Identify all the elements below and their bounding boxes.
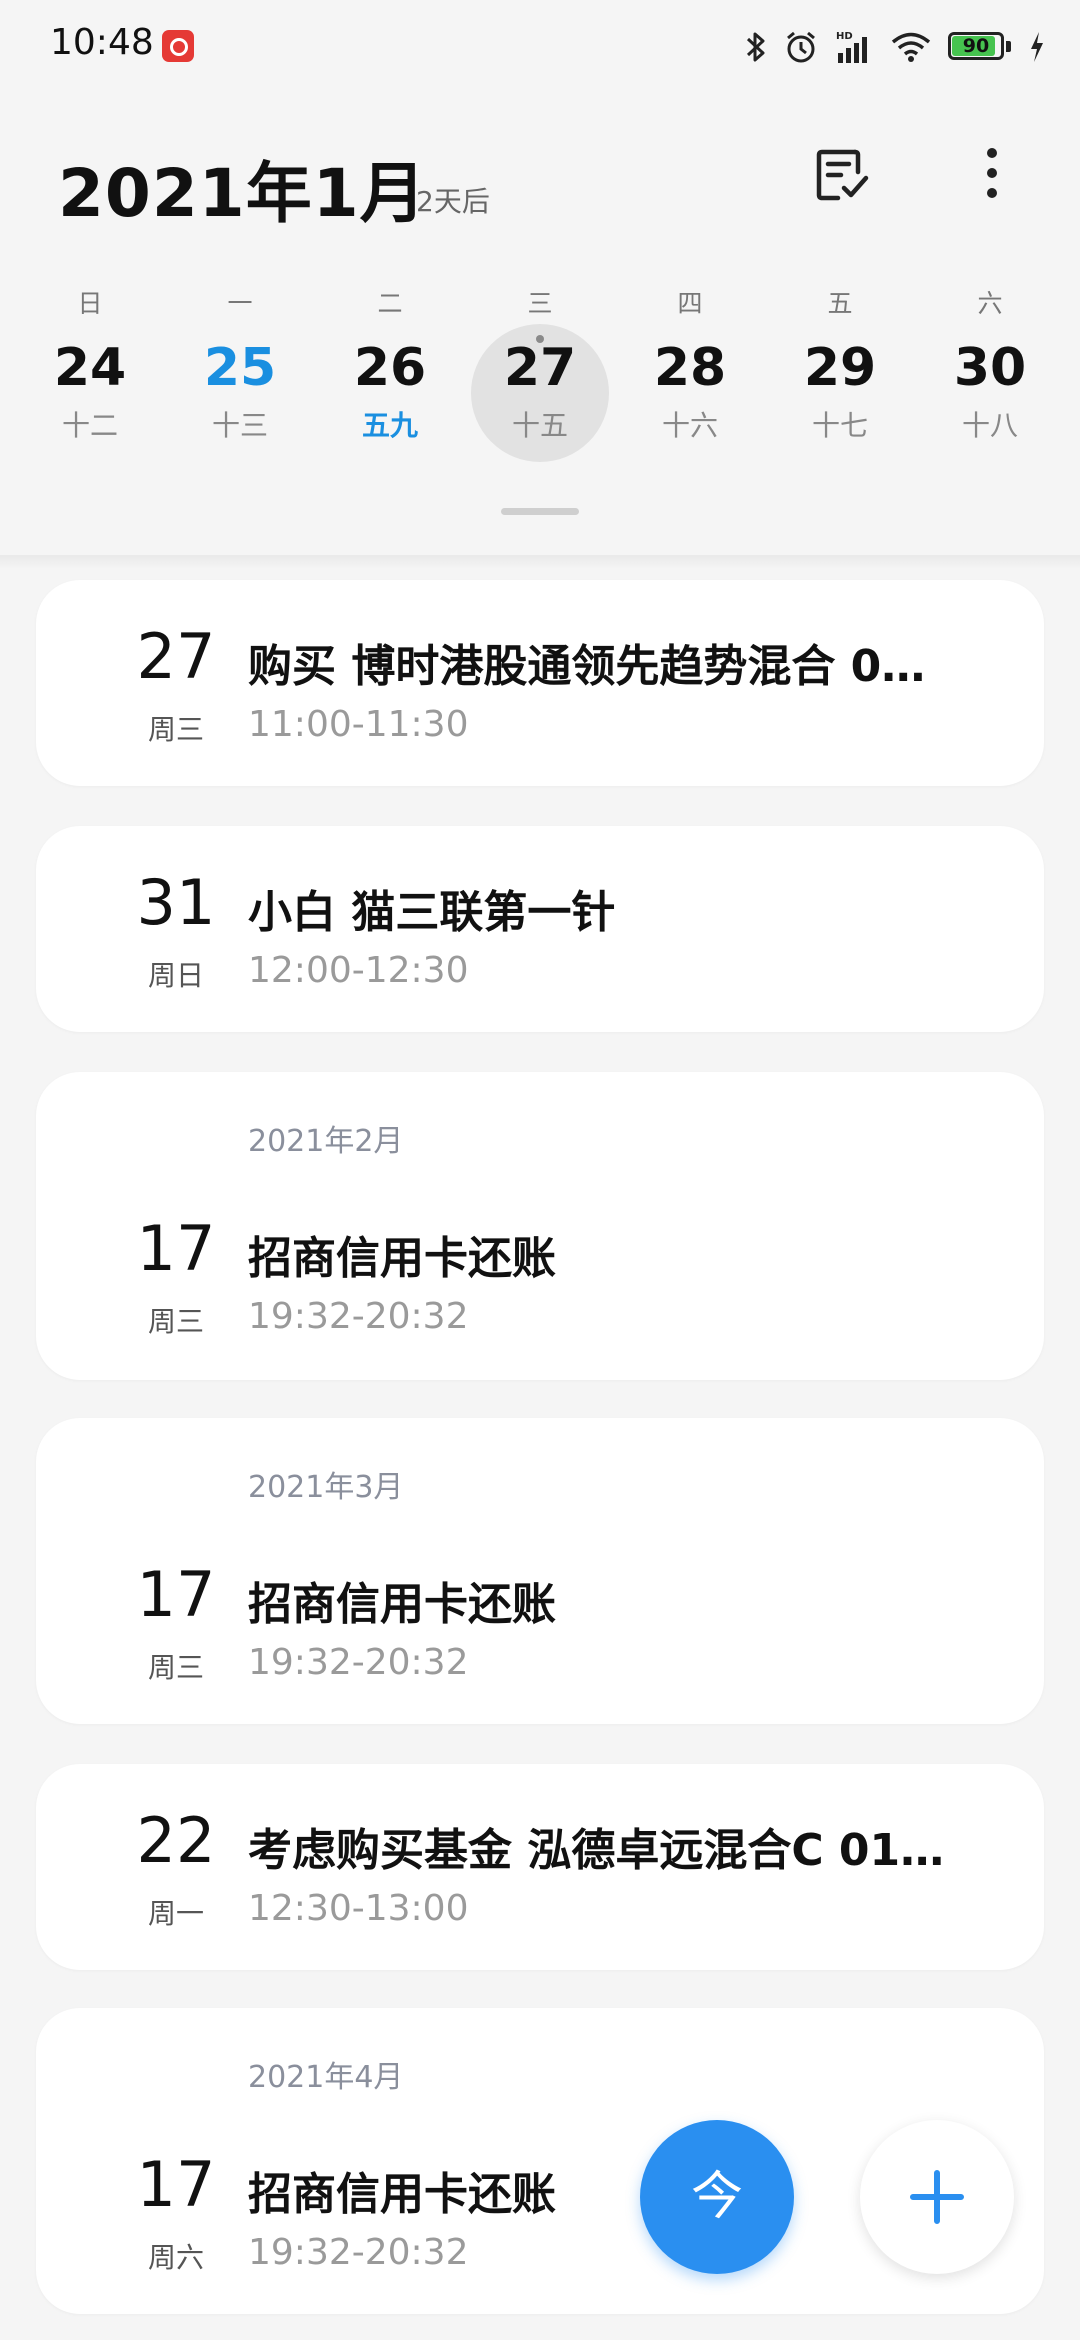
event-date: 27 [136,620,216,693]
event-weekday: 周三 [147,1305,204,1338]
header-divider [0,555,1080,569]
event-time: 12:00-12:30 [248,950,469,991]
day-number: 24 [53,338,127,398]
day-number: 27 [503,338,577,398]
event-time: 19:32-20:32 [248,1296,469,1337]
day-of-week: 四 [677,289,703,318]
lunar-date: 十三 [211,409,268,442]
event-card[interactable]: 2021年2月 17 周三 招商信用卡还账 19:32-20:32 [36,1072,1044,1380]
tasks-icon [816,149,869,201]
day-cell[interactable]: 二 26 五九 [315,270,465,470]
signal-hd-icon: HD [834,29,874,65]
event-title: 考虑购买基金 泓德卓远混合C 01… [248,1825,945,1876]
lunar-date: 十七 [811,409,868,442]
day-of-week: 日 [77,289,103,318]
event-date: 22 [136,1804,216,1877]
battery-icon: 90 [948,32,1012,62]
day-number: 30 [953,338,1027,398]
event-time: 11:00-11:30 [248,704,469,745]
event-title: 购买 博时港股通领先趋势混合 0… [248,641,926,692]
event-card[interactable]: 27 周三 购买 博时港股通领先趋势混合 0… 11:00-11:30 [36,580,1044,786]
event-date: 17 [136,1212,216,1285]
status-bar: 10:48 HD 90 [0,0,1080,100]
event-title: 招商信用卡还账 [248,1579,556,1630]
day-cell[interactable]: 六 30 十八 [915,270,1065,470]
lunar-date: 十六 [661,409,718,442]
event-weekday: 周三 [147,713,204,746]
charging-icon [1028,29,1046,65]
today-button[interactable]: 今 [640,2120,794,2274]
day-cell[interactable]: 日 24 十二 [15,270,165,470]
alarm-icon [784,29,818,65]
event-date: 31 [136,866,216,939]
event-weekday: 周三 [147,1651,204,1684]
event-time: 12:30-13:00 [248,1888,469,1929]
month-header: 2021年3月 [248,1470,404,1505]
event-time: 19:32-20:32 [248,2232,469,2273]
calendar-screen: 10:48 HD 90 2021年1月 2天后 日 24 十二 一 25 十三 … [0,0,1080,2340]
more-vertical-icon [987,148,997,198]
svg-text:HD: HD [836,31,853,42]
lunar-date: 五九 [361,409,418,442]
day-number: 25 [203,338,277,398]
more-options-button[interactable] [970,140,1014,210]
day-of-week: 五 [827,289,853,318]
add-event-button[interactable] [860,2120,1014,2274]
battery-level: 90 [962,35,990,57]
event-weekday: 周六 [147,2241,204,2274]
tasks-button[interactable] [808,140,878,210]
lunar-date: 十八 [961,409,1018,442]
days-until-label: 2天后 [416,185,490,218]
lunar-date: 十二 [61,409,118,442]
day-cell-selected[interactable]: 三 27 十五 [465,270,615,470]
event-card[interactable]: 2021年3月 17 周三 招商信用卡还账 19:32-20:32 [36,1418,1044,1724]
day-cell[interactable]: 五 29 十七 [765,270,915,470]
day-of-week: 六 [977,289,1003,318]
netease-music-icon [162,30,194,62]
plus-icon [910,2170,964,2224]
week-strip: 日 24 十二 一 25 十三 二 26 五九 三 27 十五 四 28 十六 … [0,270,1080,470]
day-number: 26 [353,338,427,398]
day-of-week: 三 [527,289,553,318]
bluetooth-icon [744,29,768,65]
day-cell[interactable]: 四 28 十六 [615,270,765,470]
month-title[interactable]: 2021年1月 [58,140,427,236]
day-cell-today[interactable]: 一 25 十三 [165,270,315,470]
event-time: 19:32-20:32 [248,1642,469,1683]
event-title: 招商信用卡还账 [248,1233,556,1284]
month-header: 2021年2月 [248,1124,404,1159]
day-number: 28 [653,338,727,398]
day-number: 29 [803,338,877,398]
event-title: 小白 猫三联第一针 [248,887,616,938]
wifi-icon [890,29,932,65]
event-weekday: 周日 [147,959,204,992]
day-of-week: 一 [227,289,253,318]
status-icons: HD 90 [744,26,1046,68]
event-weekday: 周一 [147,1897,204,1930]
event-date: 17 [136,1558,216,1631]
status-time: 10:48 [50,22,154,63]
month-header: 2021年4月 [248,2060,404,2095]
event-date: 17 [136,2148,216,2221]
drag-handle[interactable] [501,508,579,515]
day-of-week: 二 [377,289,403,318]
lunar-date: 十五 [511,409,568,442]
event-card[interactable]: 22 周一 考虑购买基金 泓德卓远混合C 01… 12:30-13:00 [36,1764,1044,1970]
event-card[interactable]: 31 周日 小白 猫三联第一针 12:00-12:30 [36,826,1044,1032]
